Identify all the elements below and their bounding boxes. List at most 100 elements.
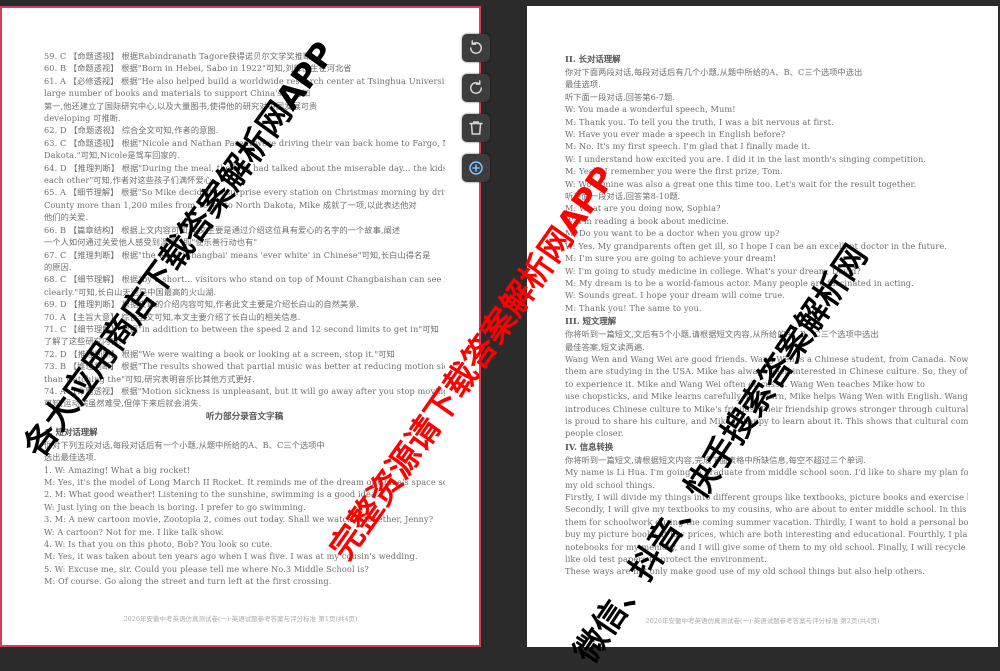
text-line: 69. D 【推理判断】 根据文章的介绍内容可知,作者此文主要是介绍长白山的自然…	[44, 299, 360, 310]
text-line: 59. C 【命题透视】 根据Rabindranath Tagore获得诺贝尔文…	[44, 51, 312, 61]
text-line: 听下面一段对话,回答第6-7题.	[565, 91, 676, 102]
text-line: 的原因.	[44, 261, 72, 272]
add-page-button[interactable]	[462, 154, 490, 182]
text-line: W: Have you ever made a speech in Englis…	[565, 129, 786, 140]
text-line: M: Yeah. I remember you were the first p…	[565, 166, 783, 177]
delete-page-button[interactable]	[462, 114, 490, 142]
text-line: introduces Chinese culture to Mike's fri…	[565, 403, 968, 414]
text-line: W: Wow, mine was also a great one this t…	[565, 178, 917, 189]
text-line: my old school things.	[565, 479, 656, 490]
text-line: 你对下面两段对话,每段对话后有几个小题,从题中所给的A、B、C三个选项中选出	[565, 67, 863, 77]
text-line: buy my picture books at low prices, whic…	[565, 529, 968, 540]
text-line: 60. B 【命题透视】 根据"Born in Hebei, Sabo in 1…	[44, 63, 352, 74]
text-line: clearly."可知,长白山天池是中国最高的火山湖.	[44, 286, 217, 297]
text-line: 你将听到一篇短文,请根据短文内容,完成下面表格中所缺信息,每空不超过三个单词.	[565, 454, 866, 465]
text-line: County more than 1,200 miles from Texas …	[44, 199, 417, 210]
text-line: 72. D 【推理判断】 根据"We were waiting a book o…	[44, 348, 395, 359]
text-line: 听下面一段对话,回答第8-10题.	[565, 191, 681, 202]
text-line: 71. C 【细节理解】 根据"in addition to between t…	[44, 323, 439, 334]
text-line: M: Thank you! The same to you.	[565, 302, 702, 313]
text-line: notebooks for my memory, and I will give…	[565, 541, 968, 552]
text-line: 2. M: What good weather! Listening to th…	[44, 489, 379, 500]
text-line: 第一,他还建立了国际研究中心,以及大量图书,使得他的研究对中国发展可贵	[44, 100, 318, 111]
text-line: Wang Wen and Wang Wei are good friends. …	[565, 353, 968, 364]
text-line: My name is Li Hua. I'm going to graduate…	[565, 467, 968, 478]
text-line: M: Of course. Go along the street and tu…	[44, 576, 332, 587]
text-line: is proud to share his culture, and Mike …	[565, 415, 968, 426]
text-line: 1. W: Amazing! What a big rocket!	[44, 464, 191, 475]
section-long-dialogue: II. 长对话理解	[565, 54, 621, 64]
page-footer-right: 2026年安徽中考英语仿真测试卷(一)·英语试题参考答案与评分标准 第2页(共4…	[645, 617, 880, 625]
page-footer-left: 2026年安徽中考英语仿真测试卷(一)·英语试题参考答案与评分标准 第1页(共4…	[123, 615, 358, 623]
text-line: 66. B 【篇章结构】 根据上文内容可知,本文主要是通过介绍这位具有爱心的名字…	[44, 224, 401, 235]
text-line: 你对下列五段对话,每段对话后有一个小题,从题中所给的A、B、C三个选项中	[44, 439, 325, 450]
text-line: 3. M: A new cartoon movie, Zootopia 2, c…	[44, 514, 434, 525]
text-line: 最佳答案,短文读两遍.	[565, 341, 645, 352]
text-line: 4. W: Is that you on this photo, Bob? Yo…	[44, 539, 273, 550]
right-lines: 你对下面两段对话,每段对话后有几个小题,从题中所给的A、B、C三个选项中选出 最佳…	[565, 66, 968, 314]
page-right[interactable]: II. 长对话理解 你对下面两段对话,每段对话后有几个小题,从题中所给的A、B、…	[527, 6, 998, 647]
text-line: 61. A 【必修透视】 根据"He also helped build a w…	[44, 75, 445, 86]
text-line: M: Yes, it's the model of Long March II …	[44, 477, 445, 487]
text-line: 68. C 【细节理解】 根据"by a short... visitors w…	[44, 274, 445, 285]
document-viewer: 59. C 【命题透视】 根据Rabindranath Tagore获得诺贝尔文…	[0, 0, 1000, 670]
text-line: developing 可推断.	[44, 113, 121, 124]
page-left[interactable]: 59. C 【命题透视】 根据Rabindranath Tagore获得诺贝尔文…	[0, 6, 481, 647]
text-line: them are studying in the USA. Mike has a…	[565, 366, 968, 377]
text-line: 选出最佳选项.	[44, 452, 97, 463]
text-line: 70. A 【主旨大意】 综合全文可知,本文主要介绍了长白山的相关信息.	[44, 311, 301, 322]
text-line: W: A cartoon? Not for me. I like talk sh…	[44, 526, 224, 537]
text-line: large number of books and materials to s…	[44, 88, 311, 99]
text-line: W: I'm reading a book about medicine.	[565, 215, 729, 226]
left-lines-b: 你对下列五段对话,每段对话后有一个小题,从题中所给的A、B、C三个选项中 选出最佳…	[44, 439, 445, 588]
text-line: 67. C 【推理判断】 根据"the word 'Changbai' mean…	[44, 249, 431, 260]
text-line: W: I understand how excited you are. I d…	[565, 153, 927, 164]
rotate-left-button[interactable]	[462, 34, 490, 62]
text-line: W: Sounds great. I hope your dream will …	[565, 290, 786, 301]
text-line: 62. D 【命题透视】 综合全文可知,作者的意图.	[44, 125, 219, 136]
text-line: 可知,运动病虽然难受,但停下来后就会消失.	[44, 398, 202, 409]
text-line: M: What are you doing now, Sophia?	[565, 203, 721, 214]
text-line: 他们的关爱.	[44, 212, 89, 223]
text-line: Secondly, I will give my textbooks to my…	[565, 504, 968, 515]
add-icon	[469, 161, 483, 175]
right-lines-b: 你将听到一篇短文,文后有5个小题,请根据短文内容,从所给的A、B、C三个选项中选…	[565, 328, 968, 440]
section-info: IV. 信息转换	[565, 441, 614, 452]
text-line: Firstly, I will divide my things into di…	[565, 492, 968, 502]
text-line: 最佳选项.	[565, 79, 601, 90]
text-line: 64. D 【推理判断】 根据"During the meal, the kid…	[44, 162, 445, 173]
text-line: each other"可知,作者对这些孩子们满怀爱心.	[44, 175, 215, 186]
text-line: 一个人如何通过关爱他人感受到温暖."即"使乐善行动也有"	[44, 237, 258, 248]
section-short-dialogue: 1. 短对话理解	[44, 426, 98, 437]
page-toolbar	[462, 34, 492, 194]
text-line: 63. C 【命题透视】 根据"Nicole and Nathan Parent…	[44, 137, 445, 148]
text-line: W: I'm going to study medicine in colleg…	[565, 265, 861, 276]
text-line: to experience it. Mike and Wang Wei ofte…	[565, 378, 926, 389]
text-line: them for schoolwork during the coming su…	[565, 516, 968, 527]
text-line: 你将听到一篇短文,文后有5个小题,请根据短文内容,从所给的A、B、C三个选项中选…	[565, 329, 879, 340]
rotate-cw-icon	[470, 80, 482, 94]
text-line: W: Just lying on the beach is boring. I …	[44, 501, 306, 512]
text-line: M: I'm sure you are going to achieve you…	[565, 253, 777, 264]
text-line: M: Do you want to be a doctor when you g…	[565, 228, 780, 239]
left-lines: 59. C 【命题透视】 根据Rabindranath Tagore获得诺贝尔文…	[44, 50, 445, 410]
section-passage: III. 短文理解	[565, 316, 617, 327]
text-line: people closer.	[565, 428, 624, 439]
text-line: than watching the"可知,研究表明音乐比其他方式更好.	[44, 373, 255, 384]
text-line: like old test papers to protect the envi…	[565, 554, 767, 565]
text-line: Dakota."可知,Nicole是驾车回家的.	[44, 150, 180, 161]
trash-icon	[469, 121, 483, 135]
text-line: use chopsticks, and Mike learns carefull…	[565, 391, 968, 402]
text-line: W: Yes. My grandparents often get ill, s…	[565, 240, 948, 251]
text-line: 73. B 【推理判断】 根据"The results showed that …	[44, 361, 445, 372]
text-line: 5. W: Excuse me, sir. Could you please t…	[44, 563, 369, 574]
text-line: 74. A 【命题透视】 根据"Motion sickness is unple…	[44, 385, 445, 396]
text-line: M: My dream is to be a world-famous acto…	[565, 277, 914, 288]
text-line: M: Thank you. To tell you the truth, I w…	[565, 116, 834, 127]
text-line: 了解了这些研究内容.	[44, 336, 122, 347]
transcript-heading: 听力部分录音文字稿	[205, 411, 284, 422]
rotate-ccw-icon	[470, 40, 482, 54]
right-lines-c: 你将听到一篇短文,请根据短文内容,完成下面表格中所缺信息,每空不超过三个单词. M…	[565, 454, 968, 578]
rotate-right-button[interactable]	[462, 74, 490, 102]
text-line: 65. A 【细节理解】 根据"So Mike decided to surpr…	[44, 187, 445, 198]
